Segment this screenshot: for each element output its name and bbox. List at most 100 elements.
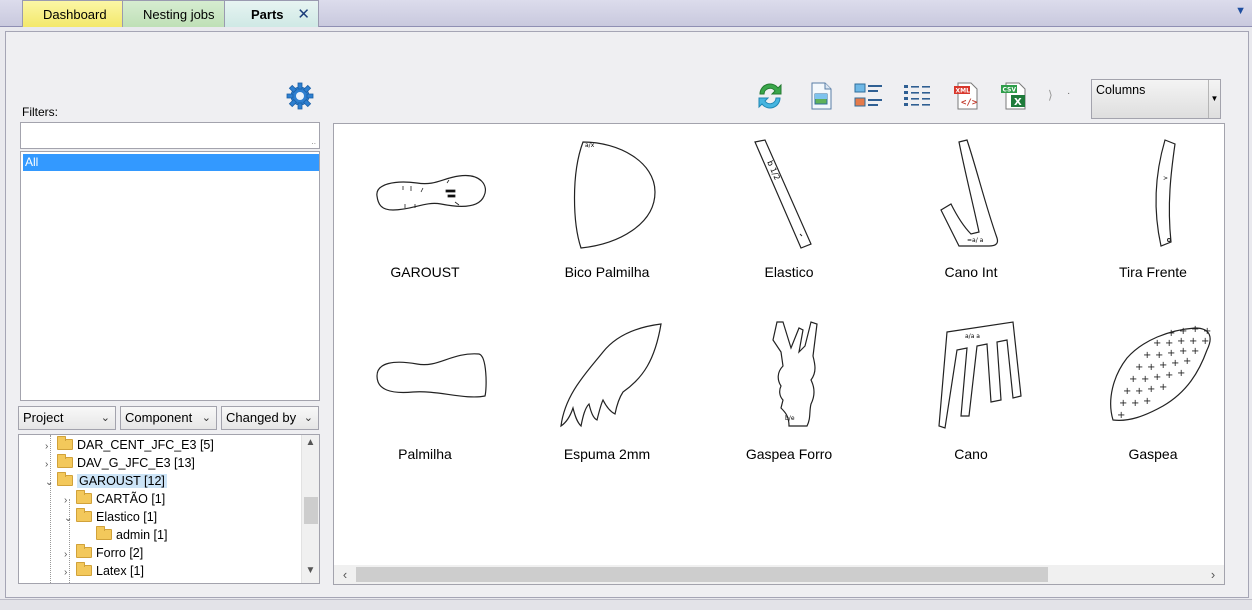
vamp-marking: + xyxy=(1119,398,1127,409)
part-shape-strip: b 1/2 xyxy=(754,139,812,249)
svg-text:>: > xyxy=(1163,175,1168,182)
vamp-marking: + xyxy=(1153,338,1161,349)
toolbar-separator: ⟩ xyxy=(1048,88,1053,102)
filter-input[interactable]: .. xyxy=(20,122,320,149)
scroll-left-icon[interactable]: ‹ xyxy=(336,565,354,584)
part-name: Palmilha xyxy=(398,446,452,462)
part-shape-insole-plain xyxy=(376,353,487,398)
combo-label: Project xyxy=(23,410,64,425)
tab-dashboard[interactable]: Dashboard xyxy=(22,0,124,27)
part-tile[interactable]: > Tira Frente xyxy=(1067,130,1224,290)
image-file-icon[interactable] xyxy=(805,80,837,112)
group-by-changed-by-combo[interactable]: Changed by ⌄ xyxy=(221,406,319,430)
part-tile[interactable]: b/e Gaspea Forro xyxy=(703,312,875,472)
svg-text:</>: </> xyxy=(961,98,978,108)
part-shape-l-shape: =a/ a xyxy=(940,139,999,247)
chevron-down-icon: ⌄ xyxy=(303,412,313,424)
status-bar xyxy=(0,599,1252,610)
tab-strip: Dashboard Nesting jobs Parts ✕ ▼ xyxy=(0,0,1252,27)
combo-label: Changed by xyxy=(226,410,297,425)
tree-item[interactable]: admin [1] xyxy=(84,526,167,544)
tab-menu-chevron-icon[interactable]: ▼ xyxy=(1235,5,1246,17)
svg-text:b/e: b/e xyxy=(785,415,795,422)
scroll-right-icon[interactable]: › xyxy=(1204,565,1222,584)
svg-text:a/x: a/x xyxy=(585,142,595,149)
tree-item-label: GAROUST [12] xyxy=(77,474,167,488)
part-tile[interactable]: Palmilha xyxy=(339,312,511,472)
part-tile[interactable]: a/x Bico Palmilha xyxy=(521,130,693,290)
folder-icon xyxy=(76,508,92,522)
combo-label: Component xyxy=(125,410,193,425)
vamp-marking: + xyxy=(1143,396,1151,407)
xml-export-icon[interactable]: XML </> xyxy=(951,80,983,112)
part-tile[interactable]: GAROUST xyxy=(339,130,511,290)
part-shape-vamp: + + + ++ + + + ++ + + + ++ + + + ++ + + + ++ + + ++ + ++ xyxy=(1110,324,1211,421)
part-tile[interactable]: =a/ a Cano Int xyxy=(885,130,1057,290)
group-by-component-combo[interactable]: Component ⌄ xyxy=(120,406,217,430)
vamp-marking: + xyxy=(1123,386,1131,397)
tree-item[interactable]: ⌄ GAROUST [12] xyxy=(45,472,167,490)
scroll-thumb[interactable] xyxy=(356,567,1048,582)
part-name: Cano Int xyxy=(944,264,998,280)
tree-item[interactable]: ⌄ Elastico [1] xyxy=(64,508,157,526)
tree-scrollbar[interactable]: ▲ ▼ xyxy=(301,435,319,583)
vamp-marking: + xyxy=(1159,382,1167,393)
scroll-down-icon[interactable]: ▼ xyxy=(302,565,319,581)
tab-dashboard-label: Dashboard xyxy=(43,7,107,22)
expander-icon[interactable]: › xyxy=(64,564,76,582)
part-shape-vamp-lining: b/e xyxy=(772,321,818,427)
chevron-down-icon[interactable]: ▼ xyxy=(1208,80,1220,118)
vamp-marking: + xyxy=(1147,384,1155,395)
tree-item[interactable]: › Forro [2] xyxy=(64,544,143,562)
tree-item-label: Elastico [1] xyxy=(96,510,158,524)
close-icon[interactable]: ✕ xyxy=(297,1,310,28)
part-name: Elastico xyxy=(764,264,814,280)
detail-list-icon[interactable] xyxy=(901,80,933,112)
chevron-down-icon: ⌄ xyxy=(201,412,211,424)
vamp-marking: + xyxy=(1183,356,1191,367)
vamp-marking: + xyxy=(1191,346,1199,357)
vamp-marking: + xyxy=(1177,368,1185,379)
part-tile[interactable]: + + + + + + + + + + + + + + + + + + + + + + + + + + + + + + + + Gaspea xyxy=(1067,312,1224,472)
svg-text:XML: XML xyxy=(956,88,971,95)
thumbnail-list-icon[interactable] xyxy=(853,80,885,112)
part-tile[interactable]: Espuma 2mm xyxy=(521,312,693,472)
part-shape-curved-strip: > xyxy=(1155,139,1176,247)
part-name: Bico Palmilha xyxy=(564,264,650,280)
filter-item-all[interactable]: All xyxy=(23,154,319,171)
part-name: Gaspea xyxy=(1128,446,1178,462)
vamp-marking: + xyxy=(1191,324,1199,335)
tab-nesting-jobs[interactable]: Nesting jobs xyxy=(122,0,226,27)
folder-icon xyxy=(76,562,92,576)
svg-text:=a/ a: =a/ a xyxy=(967,237,984,244)
resize-grip-icon: .. xyxy=(311,137,316,146)
tree-item[interactable]: › DAR_CENT_JFC_E3 [5] xyxy=(45,436,214,454)
folder-icon xyxy=(76,490,92,504)
refresh-icon[interactable] xyxy=(754,80,786,112)
tab-parts[interactable]: Parts ✕ xyxy=(224,0,319,27)
scroll-up-icon[interactable]: ▲ xyxy=(302,437,319,453)
vamp-marking: + xyxy=(1131,398,1139,409)
columns-dropdown[interactable]: Columns ▼ xyxy=(1091,79,1221,119)
gear-icon[interactable] xyxy=(286,82,314,110)
filter-list[interactable]: All xyxy=(20,151,320,401)
expander-icon[interactable]: ⌄ xyxy=(45,474,57,492)
part-tile[interactable]: b 1/2 Elastico xyxy=(703,130,875,290)
scroll-thumb[interactable] xyxy=(304,497,318,524)
part-shape-toe: a/x xyxy=(573,141,656,249)
tree-item-label: Forro [2] xyxy=(96,546,144,560)
group-by-project-combo[interactable]: Project ⌄ xyxy=(18,406,116,430)
vamp-marking: + xyxy=(1201,336,1209,347)
parts-grid[interactable]: GAROUST a/x Bico Palmilha b 1/2 Elastico… xyxy=(333,123,1225,585)
csv-export-icon[interactable]: CSV X xyxy=(999,80,1031,112)
tree-item[interactable]: › Latex [1] xyxy=(64,562,144,580)
expander-icon[interactable]: ⌄ xyxy=(64,510,76,528)
folder-icon xyxy=(76,544,92,558)
tree-item[interactable]: › CARTÃO [1] xyxy=(64,490,165,508)
horizontal-scrollbar[interactable]: ‹ › xyxy=(334,565,1224,584)
svg-text:a/a a: a/a a xyxy=(965,333,980,340)
folder-icon xyxy=(96,526,112,540)
project-tree[interactable]: › DAR_CENT_JFC_E3 [5] › DAV_G_JFC_E3 [13] … xyxy=(18,434,320,584)
part-tile[interactable]: a/a a Cano xyxy=(885,312,1057,472)
tree-item[interactable]: › DAV_G_JFC_E3 [13] xyxy=(45,454,195,472)
